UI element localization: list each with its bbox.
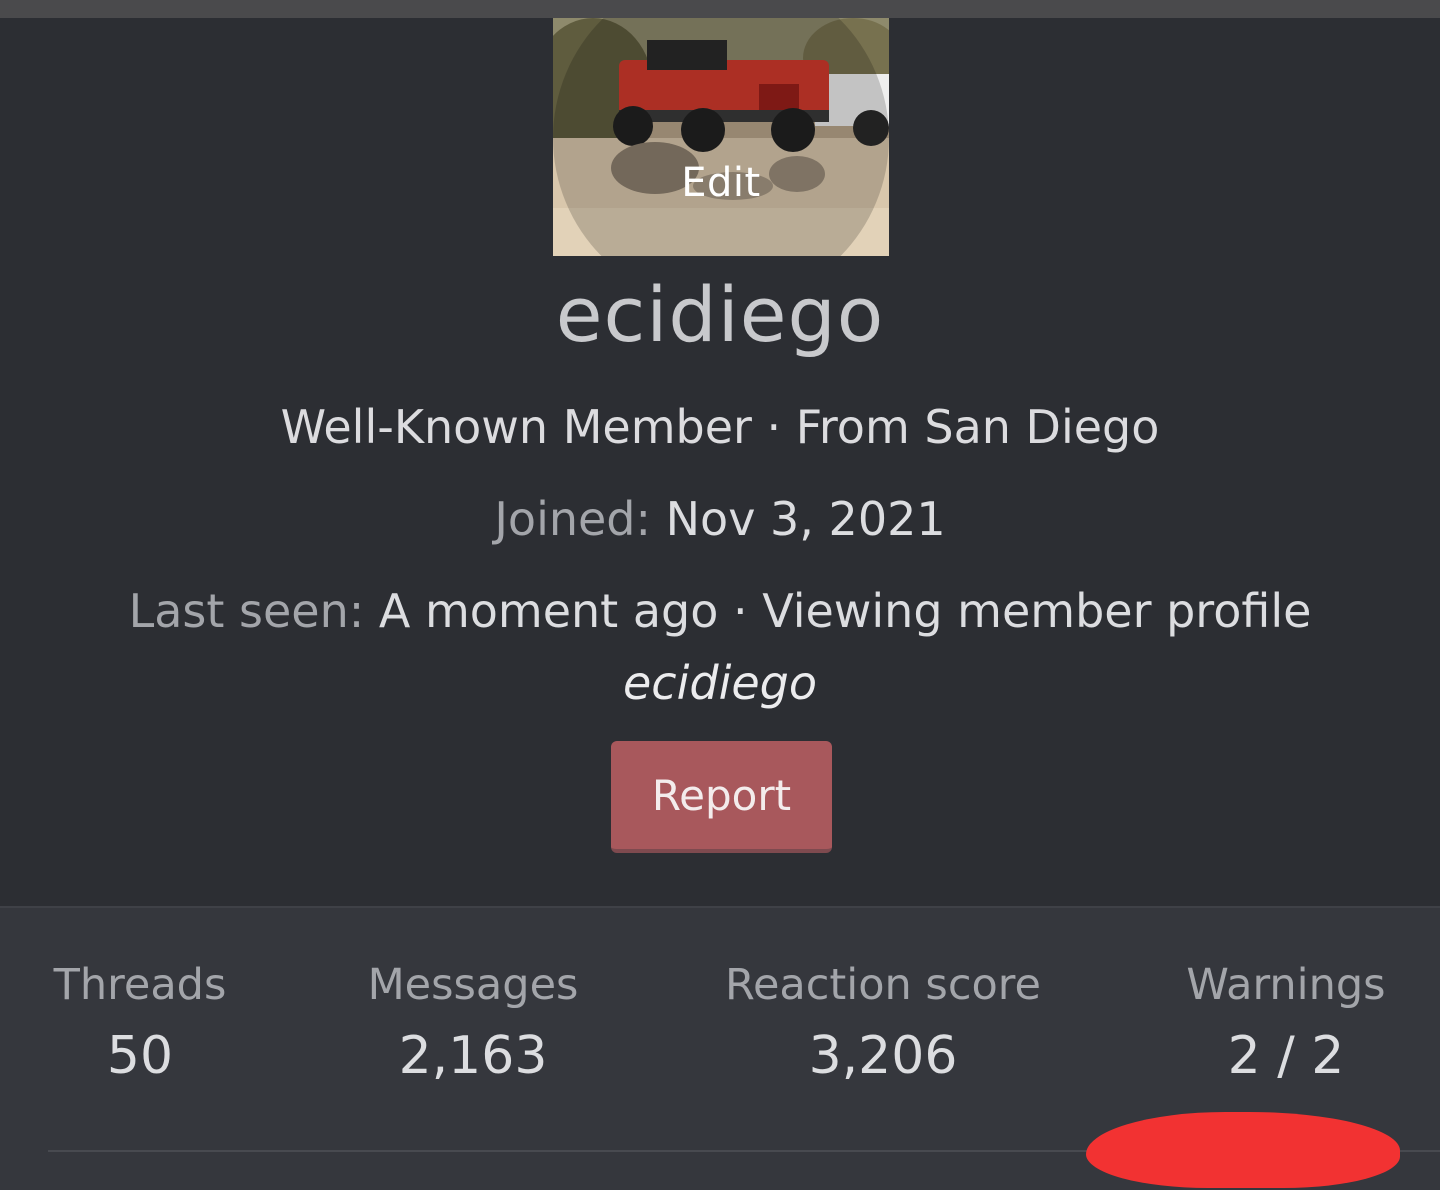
stat-value: 2 / 2: [1227, 1026, 1345, 1086]
user-title: Well-Known Member · From San Diego: [280, 400, 1160, 454]
last-seen-value: A moment ago · Viewing member profile: [378, 584, 1312, 638]
stat-value: 3,206: [808, 1026, 958, 1086]
avatar-edit-label[interactable]: Edit: [553, 160, 889, 206]
stat-label: Reaction score: [725, 960, 1041, 1010]
report-button[interactable]: Report: [611, 741, 832, 853]
stat-label: Threads: [53, 960, 227, 1010]
stat-value: 2,163: [398, 1026, 548, 1086]
joined-row: Joined: Nov 3, 2021: [0, 492, 1440, 546]
avatar-image: [553, 18, 889, 256]
activity-target-link[interactable]: ecidiego: [0, 656, 1440, 710]
joined-date: Nov 3, 2021: [665, 492, 946, 546]
stat-messages[interactable]: Messages 2,163: [348, 960, 598, 1086]
profile-header: Edit ecidiego Well-Known Member · From S…: [0, 18, 1440, 906]
stat-label: Messages: [367, 960, 579, 1010]
top-bar: [0, 0, 1440, 18]
last-seen-label: Last seen:: [128, 584, 365, 638]
red-annotation-mark: [1086, 1112, 1400, 1188]
stat-warnings[interactable]: Warnings 2 / 2: [1168, 960, 1404, 1086]
joined-label: Joined:: [494, 492, 652, 546]
username-heading: ecidiego: [555, 270, 885, 359]
last-seen-row: Last seen: A moment ago · Viewing member…: [0, 584, 1440, 638]
stat-value: 50: [106, 1026, 174, 1086]
stat-threads[interactable]: Threads 50: [40, 960, 240, 1086]
avatar[interactable]: Edit: [553, 18, 889, 256]
stat-reaction-score[interactable]: Reaction score 3,206: [706, 960, 1060, 1086]
stat-label: Warnings: [1186, 960, 1386, 1010]
